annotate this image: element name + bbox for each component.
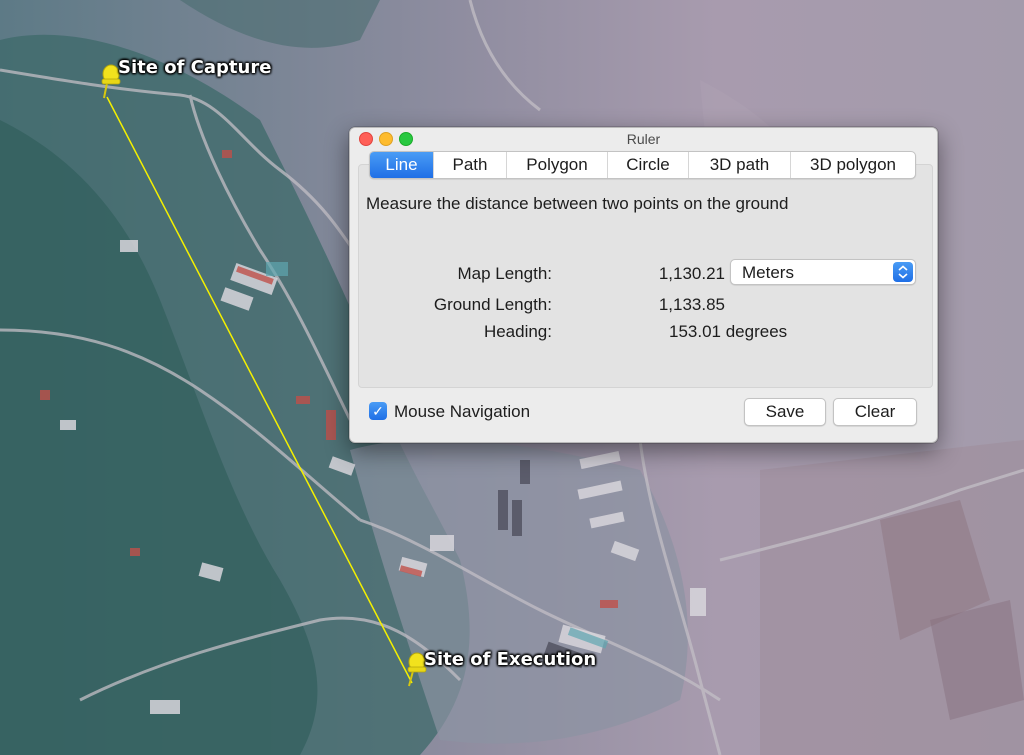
tab-path[interactable]: Path	[434, 152, 507, 178]
measure-type-tabs: Line Path Polygon Circle 3D path 3D poly…	[369, 151, 916, 179]
mouse-navigation-checkbox[interactable]: ✓	[369, 402, 387, 420]
ground-length-label: Ground Length:	[433, 295, 552, 314]
measure-panel: Measure the distance between two points …	[358, 164, 933, 388]
tab-polygon[interactable]: Polygon	[507, 152, 608, 178]
ground-length-value: 1,133.85	[658, 295, 725, 314]
checkmark-icon: ✓	[372, 403, 384, 419]
clear-button[interactable]: Clear	[833, 398, 917, 426]
placemark-label-execution[interactable]: Site of Execution	[424, 649, 596, 670]
save-button[interactable]: Save	[744, 398, 826, 426]
measure-description: Measure the distance between two points …	[366, 194, 789, 213]
tab-line[interactable]: Line	[370, 152, 434, 178]
heading-label: Heading:	[483, 322, 552, 341]
window-title: Ruler	[626, 131, 661, 147]
tab-3d-polygon[interactable]: 3D polygon	[791, 152, 915, 178]
tab-3d-path[interactable]: 3D path	[689, 152, 791, 178]
map-length-value: 1,130.21	[658, 264, 725, 283]
up-down-chevron-icon	[893, 262, 913, 282]
ruler-window: Ruler Measure the distance between two p…	[349, 127, 938, 443]
unit-select[interactable]: Meters	[730, 259, 916, 285]
mouse-navigation-label[interactable]: Mouse Navigation	[394, 402, 530, 422]
heading-value: 153.01 degrees	[669, 322, 788, 341]
unit-select-value: Meters	[742, 263, 794, 282]
map-length-label: Map Length:	[457, 264, 552, 283]
tab-circle[interactable]: Circle	[608, 152, 689, 178]
title-bar[interactable]: Ruler	[350, 128, 937, 150]
placemark-label-capture[interactable]: Site of Capture	[118, 57, 271, 78]
